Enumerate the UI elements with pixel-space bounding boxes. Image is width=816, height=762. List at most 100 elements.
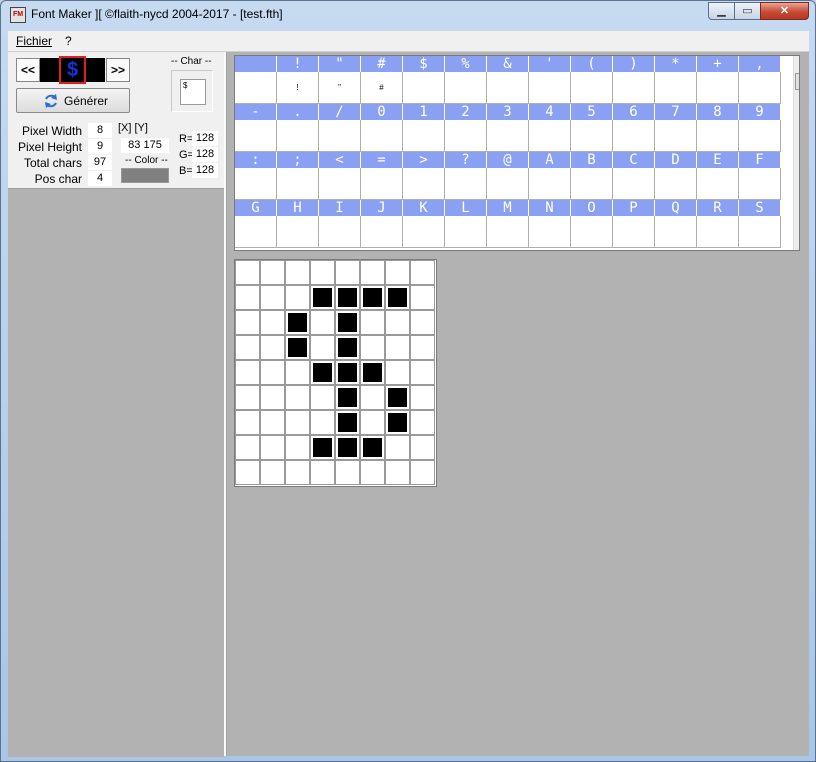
- pixel-on[interactable]: [335, 310, 360, 335]
- char-map-header[interactable]: ;: [277, 152, 319, 168]
- char-map-cell[interactable]: [739, 72, 781, 104]
- char-map-cell[interactable]: [697, 216, 739, 248]
- app-icon[interactable]: FM: [10, 7, 26, 23]
- pixel-off[interactable]: [260, 360, 285, 385]
- pixel-off[interactable]: [235, 460, 260, 485]
- pixel-off[interactable]: [310, 385, 335, 410]
- menu-help[interactable]: ?: [65, 34, 72, 48]
- char-map-cell[interactable]: [529, 120, 571, 152]
- char-map-cell[interactable]: [655, 168, 697, 200]
- char-map-header[interactable]: :: [235, 152, 277, 168]
- char-map-cell[interactable]: [361, 168, 403, 200]
- pixel-on[interactable]: [310, 360, 335, 385]
- char-map-header[interactable]: -: [235, 104, 277, 120]
- color-swatch[interactable]: [121, 168, 169, 183]
- char-map-header[interactable]: 7: [655, 104, 697, 120]
- pixel-off[interactable]: [410, 285, 435, 310]
- char-map-cell[interactable]: [655, 216, 697, 248]
- char-map-cell[interactable]: [319, 168, 361, 200]
- pixel-off[interactable]: [410, 435, 435, 460]
- char-map-cell[interactable]: [613, 168, 655, 200]
- pixel-off[interactable]: [260, 310, 285, 335]
- char-map-cell[interactable]: [445, 72, 487, 104]
- pixel-off[interactable]: [335, 460, 360, 485]
- char-map-header[interactable]: =: [361, 152, 403, 168]
- pixel-on[interactable]: [310, 435, 335, 460]
- char-map-header[interactable]: L: [445, 200, 487, 216]
- pixel-off[interactable]: [335, 260, 360, 285]
- char-map-header[interactable]: ): [613, 56, 655, 72]
- pixel-on[interactable]: [385, 385, 410, 410]
- char-map-header[interactable]: 6: [613, 104, 655, 120]
- pixel-off[interactable]: [385, 335, 410, 360]
- pixel-off[interactable]: [260, 460, 285, 485]
- scroll-thumb[interactable]: [795, 73, 799, 90]
- char-map-header[interactable]: K: [403, 200, 445, 216]
- char-map-cell[interactable]: [403, 120, 445, 152]
- pixel-off[interactable]: [360, 410, 385, 435]
- pixel-off[interactable]: [285, 285, 310, 310]
- pixel-off[interactable]: [260, 385, 285, 410]
- g-value[interactable]: 128: [192, 147, 218, 162]
- pixel-off[interactable]: [385, 460, 410, 485]
- char-map-cell[interactable]: [697, 72, 739, 104]
- pixel-on[interactable]: [335, 435, 360, 460]
- char-map-header[interactable]: P: [613, 200, 655, 216]
- pixel-off[interactable]: [360, 310, 385, 335]
- char-map-header[interactable]: B: [571, 152, 613, 168]
- char-map-header[interactable]: 5: [571, 104, 613, 120]
- pixel-off[interactable]: [410, 335, 435, 360]
- pixel-off[interactable]: [385, 360, 410, 385]
- char-map-cell[interactable]: [655, 72, 697, 104]
- char-map-cell[interactable]: [739, 120, 781, 152]
- char-map-cell[interactable]: [529, 72, 571, 104]
- pixel-off[interactable]: [235, 260, 260, 285]
- pixel-on[interactable]: [360, 360, 385, 385]
- pixel-on[interactable]: [385, 285, 410, 310]
- pixel-on[interactable]: [335, 410, 360, 435]
- pixel-on[interactable]: [310, 285, 335, 310]
- pixel-on[interactable]: [335, 285, 360, 310]
- char-map-header[interactable]: O: [571, 200, 613, 216]
- pixel-off[interactable]: [360, 460, 385, 485]
- char-map-header[interactable]: [235, 56, 277, 72]
- char-map-cell[interactable]: [697, 120, 739, 152]
- close-button[interactable]: ✕: [760, 2, 809, 20]
- generate-button[interactable]: Générer: [16, 88, 130, 113]
- char-map-cell[interactable]: [571, 168, 613, 200]
- char-map-header[interactable]: $: [403, 56, 445, 72]
- char-map-header[interactable]: E: [697, 152, 739, 168]
- menu-fichier[interactable]: Fichier: [16, 34, 52, 48]
- char-map-header[interactable]: .: [277, 104, 319, 120]
- pixel-off[interactable]: [260, 435, 285, 460]
- char-map-header[interactable]: #: [361, 56, 403, 72]
- char-map-cell[interactable]: [487, 216, 529, 248]
- char-map-cell[interactable]: [319, 120, 361, 152]
- pixel-off[interactable]: [260, 260, 285, 285]
- char-map-cell[interactable]: [739, 216, 781, 248]
- char-map-cell[interactable]: [403, 72, 445, 104]
- char-map-cell[interactable]: [487, 120, 529, 152]
- char-map-cell[interactable]: [571, 216, 613, 248]
- pixel-off[interactable]: [410, 360, 435, 385]
- pixel-on[interactable]: [335, 335, 360, 360]
- char-map-header[interactable]: 1: [403, 104, 445, 120]
- pixel-on[interactable]: [385, 410, 410, 435]
- pixel-off[interactable]: [410, 385, 435, 410]
- char-map-header[interactable]: /: [319, 104, 361, 120]
- pixel-off[interactable]: [235, 410, 260, 435]
- pixel-off[interactable]: [410, 310, 435, 335]
- title-bar[interactable]: FM Font Maker ][ ©flaith-nycd 2004-2017 …: [1, 1, 815, 29]
- current-char-preview[interactable]: $: [59, 56, 86, 84]
- pixel-on[interactable]: [285, 335, 310, 360]
- char-map-cell[interactable]: [361, 216, 403, 248]
- char-map-header[interactable]: (: [571, 56, 613, 72]
- pixel-on[interactable]: [360, 435, 385, 460]
- char-map-header[interactable]: >: [403, 152, 445, 168]
- char-map-header[interactable]: 3: [487, 104, 529, 120]
- char-map-header[interactable]: 2: [445, 104, 487, 120]
- prev-char-preview[interactable]: [40, 58, 59, 82]
- pixel-off[interactable]: [285, 260, 310, 285]
- char-map-cell[interactable]: [487, 72, 529, 104]
- char-map-cell[interactable]: [655, 120, 697, 152]
